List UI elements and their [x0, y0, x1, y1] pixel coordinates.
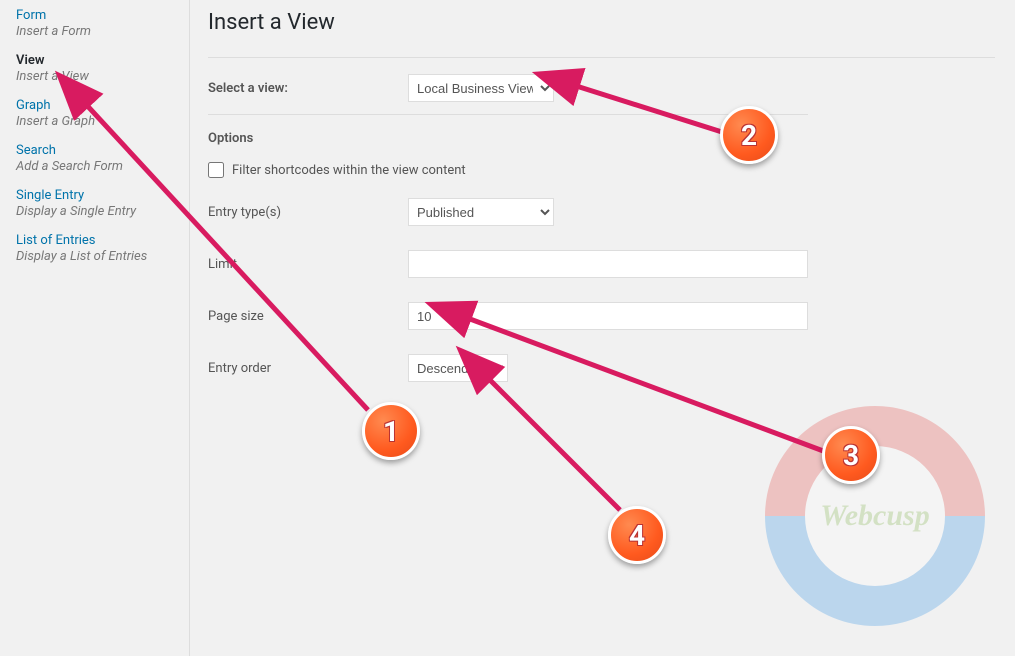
sidebar-item-desc: Insert a View [16, 69, 175, 84]
sidebar-item-form[interactable]: Form Insert a Form [16, 8, 175, 39]
row-filter-shortcodes: Filter shortcodes within the view conten… [208, 162, 995, 178]
divider [208, 114, 808, 115]
sidebar: Form Insert a Form View Insert a View Gr… [0, 0, 190, 656]
limit-input[interactable] [408, 250, 808, 278]
sidebar-item-single-entry[interactable]: Single Entry Display a Single Entry [16, 188, 175, 219]
sidebar-item-search[interactable]: Search Add a Search Form [16, 143, 175, 174]
row-entry-order: Entry order Descending [208, 354, 808, 382]
sidebar-item-desc: Display a List of Entries [16, 249, 175, 264]
sidebar-item-title: Search [16, 143, 175, 158]
row-entry-types: Entry type(s) Published [208, 198, 808, 226]
watermark-text: Webcusp [820, 499, 929, 533]
sidebar-item-desc: Add a Search Form [16, 159, 175, 174]
row-page-size: Page size [208, 302, 808, 330]
entry-order-label: Entry order [208, 361, 408, 376]
filter-shortcodes-label[interactable]: Filter shortcodes within the view conten… [232, 163, 466, 178]
limit-label: Limit [208, 257, 408, 272]
annotation-marker-2: 2 [720, 106, 778, 164]
row-select-view: Select a view: Local Business View [208, 74, 808, 102]
sidebar-item-title: Single Entry [16, 188, 175, 203]
annotation-marker-3: 3 [822, 426, 880, 484]
annotation-marker-1: 1 [362, 402, 420, 460]
sidebar-item-graph[interactable]: Graph Insert a Graph [16, 98, 175, 129]
sidebar-item-desc: Insert a Form [16, 24, 175, 39]
row-limit: Limit [208, 250, 808, 278]
page-size-input[interactable] [408, 302, 808, 330]
sidebar-item-desc: Display a Single Entry [16, 204, 175, 219]
sidebar-item-title: View [16, 53, 175, 68]
annotation-marker-4: 4 [608, 506, 666, 564]
page-title: Insert a View [208, 10, 995, 45]
entry-order-dropdown[interactable]: Descending [408, 354, 508, 382]
divider [208, 57, 995, 58]
sidebar-item-view[interactable]: View Insert a View [16, 53, 175, 84]
options-heading: Options [208, 131, 995, 146]
select-view-dropdown[interactable]: Local Business View [408, 74, 554, 102]
sidebar-item-title: Form [16, 8, 175, 23]
entry-types-dropdown[interactable]: Published [408, 198, 554, 226]
page-size-label: Page size [208, 309, 408, 324]
filter-shortcodes-checkbox[interactable] [208, 162, 224, 178]
entry-types-label: Entry type(s) [208, 205, 408, 220]
sidebar-item-title: List of Entries [16, 233, 175, 248]
select-view-label: Select a view: [208, 81, 408, 96]
sidebar-item-title: Graph [16, 98, 175, 113]
sidebar-item-list-entries[interactable]: List of Entries Display a List of Entrie… [16, 233, 175, 264]
sidebar-item-desc: Insert a Graph [16, 114, 175, 129]
